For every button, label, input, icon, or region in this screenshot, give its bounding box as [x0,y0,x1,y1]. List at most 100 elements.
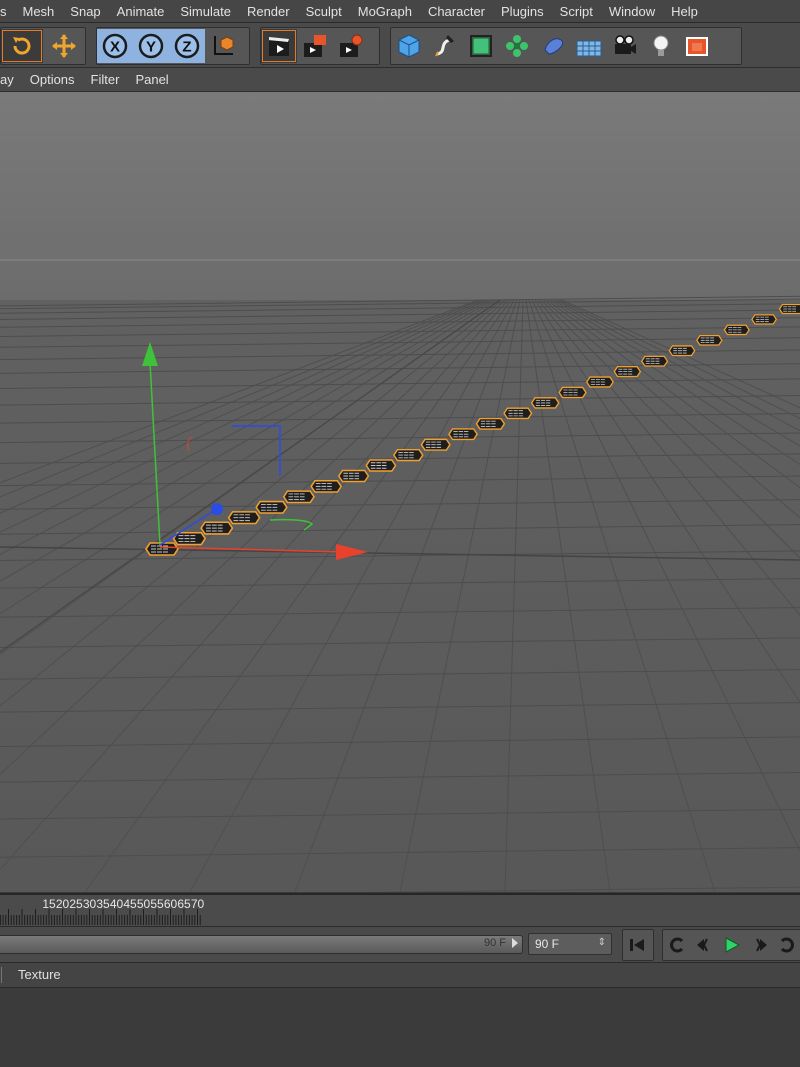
timeline-tick-label: 60 [164,897,178,911]
timeline-tick-label: 70 [191,897,205,911]
selected-object[interactable] [366,460,395,471]
viewport-menu-item[interactable]: Filter [83,72,128,87]
menu-item[interactable]: Simulate [172,4,239,19]
timeline-tick-label: 25 [69,897,83,911]
menu-item[interactable]: Animate [109,4,173,19]
toolbar: X Y Z [0,23,800,68]
selected-object[interactable] [669,346,694,356]
selected-object[interactable] [339,470,369,481]
selected-object[interactable] [752,315,776,324]
cube-icon[interactable] [391,29,427,63]
timeline-ruler[interactable]: 152025303540455055606570 [0,893,800,927]
subdivision-icon[interactable] [463,29,499,63]
selected-object[interactable] [449,429,477,440]
goto-start-group [622,929,654,961]
play-icon[interactable] [718,930,746,960]
goto-next-key-icon[interactable] [773,930,800,960]
tab-separator [1,967,2,983]
menu-item[interactable]: Help [663,4,706,19]
selected-object[interactable] [311,481,341,492]
timeline-tick-label: 65 [177,897,191,911]
viewport-menu-item[interactable]: ay [0,72,22,87]
svg-text:Y: Y [146,39,156,56]
render-view-icon[interactable] [261,29,297,63]
range-arrow-icon[interactable] [512,938,518,948]
selected-object[interactable] [394,450,423,461]
spline-pen-icon[interactable] [427,29,463,63]
viewport-menu-item[interactable]: Options [22,72,83,87]
timeline-tick-label: 30 [83,897,97,911]
viewport[interactable] [0,92,800,892]
x-axis-lock-icon[interactable]: X [97,29,133,63]
goto-previous-key-icon[interactable] [663,930,691,960]
attributes-panel: Texture [0,962,800,1067]
floor-plane [0,300,800,892]
toolbar-axis-group: X Y Z [96,27,250,65]
selected-object[interactable] [284,491,314,502]
playback-controls [662,929,800,961]
menu-item[interactable]: Character [420,4,493,19]
move-icon[interactable] [43,29,85,63]
timeline-tick-label: 20 [56,897,70,911]
selected-object[interactable] [614,367,640,377]
step-back-icon[interactable] [691,930,719,960]
selected-object[interactable] [559,387,586,397]
y-axis-lock-icon[interactable]: Y [133,29,169,63]
selected-object[interactable] [256,502,287,513]
svg-text:Z: Z [182,39,191,56]
menu-item[interactable]: Window [601,4,663,19]
viewport-menu: ayOptionsFilterPanel [0,68,800,92]
goto-start-icon[interactable] [623,930,651,960]
menu-item[interactable]: Render [239,4,298,19]
stepper-icon[interactable]: ⇕ [598,937,606,948]
light-icon[interactable] [643,29,679,63]
viewport-menu-item[interactable]: Panel [127,72,176,87]
selected-object[interactable] [421,439,450,450]
menu-item[interactable]: Mesh [15,4,63,19]
camera-icon[interactable] [607,29,643,63]
step-forward-icon[interactable] [746,930,774,960]
menu-item[interactable]: Plugins [493,4,552,19]
selected-object[interactable] [201,522,232,534]
render-picture-viewer-icon[interactable] [297,29,333,63]
selected-object[interactable] [697,336,722,345]
menu-item[interactable]: s [0,4,15,19]
selected-object[interactable] [146,543,178,555]
menu-item[interactable]: Sculpt [298,4,350,19]
selected-object[interactable] [477,419,505,429]
floor-icon[interactable] [571,29,607,63]
selected-object[interactable] [229,512,260,524]
world-coordinate-icon[interactable] [205,29,241,63]
menu-item[interactable]: Snap [62,4,108,19]
toolbar-render-group [260,27,380,65]
render-settings-icon[interactable] [333,29,369,63]
menu-item[interactable]: Script [552,4,601,19]
range-end-label: 90 F [484,937,506,949]
timeline-tick-label: 40 [110,897,124,911]
timeline-tick-label: 45 [123,897,137,911]
viewport-canvas[interactable] [0,92,800,892]
selected-object[interactable] [174,533,206,545]
menu-item[interactable]: MoGraph [350,4,420,19]
scene-icon[interactable] [679,29,715,63]
deformer-icon[interactable] [535,29,571,63]
selected-object[interactable] [504,408,531,418]
selected-object[interactable] [724,325,749,334]
selected-object[interactable] [587,377,613,387]
selected-object[interactable] [642,356,668,366]
current-frame-field[interactable]: 90 F ⇕ [528,933,612,955]
frame-range-slider[interactable]: 90 F [0,935,523,954]
timeline-tick-label: 50 [137,897,151,911]
z-axis-lock-icon[interactable]: Z [169,29,205,63]
tab-texture[interactable]: Texture [18,967,61,982]
svg-text:X: X [110,39,120,56]
current-frame-value: 90 F [535,937,559,951]
z-axis-handle[interactable] [211,503,223,515]
cloner-icon[interactable] [499,29,535,63]
toolbar-objects-group [390,27,742,65]
rotate-icon[interactable] [1,29,43,63]
attributes-tabs: Texture [0,963,800,988]
selected-object[interactable] [780,305,800,314]
timeline-tick-label: 55 [150,897,164,911]
selected-object[interactable] [532,398,559,408]
